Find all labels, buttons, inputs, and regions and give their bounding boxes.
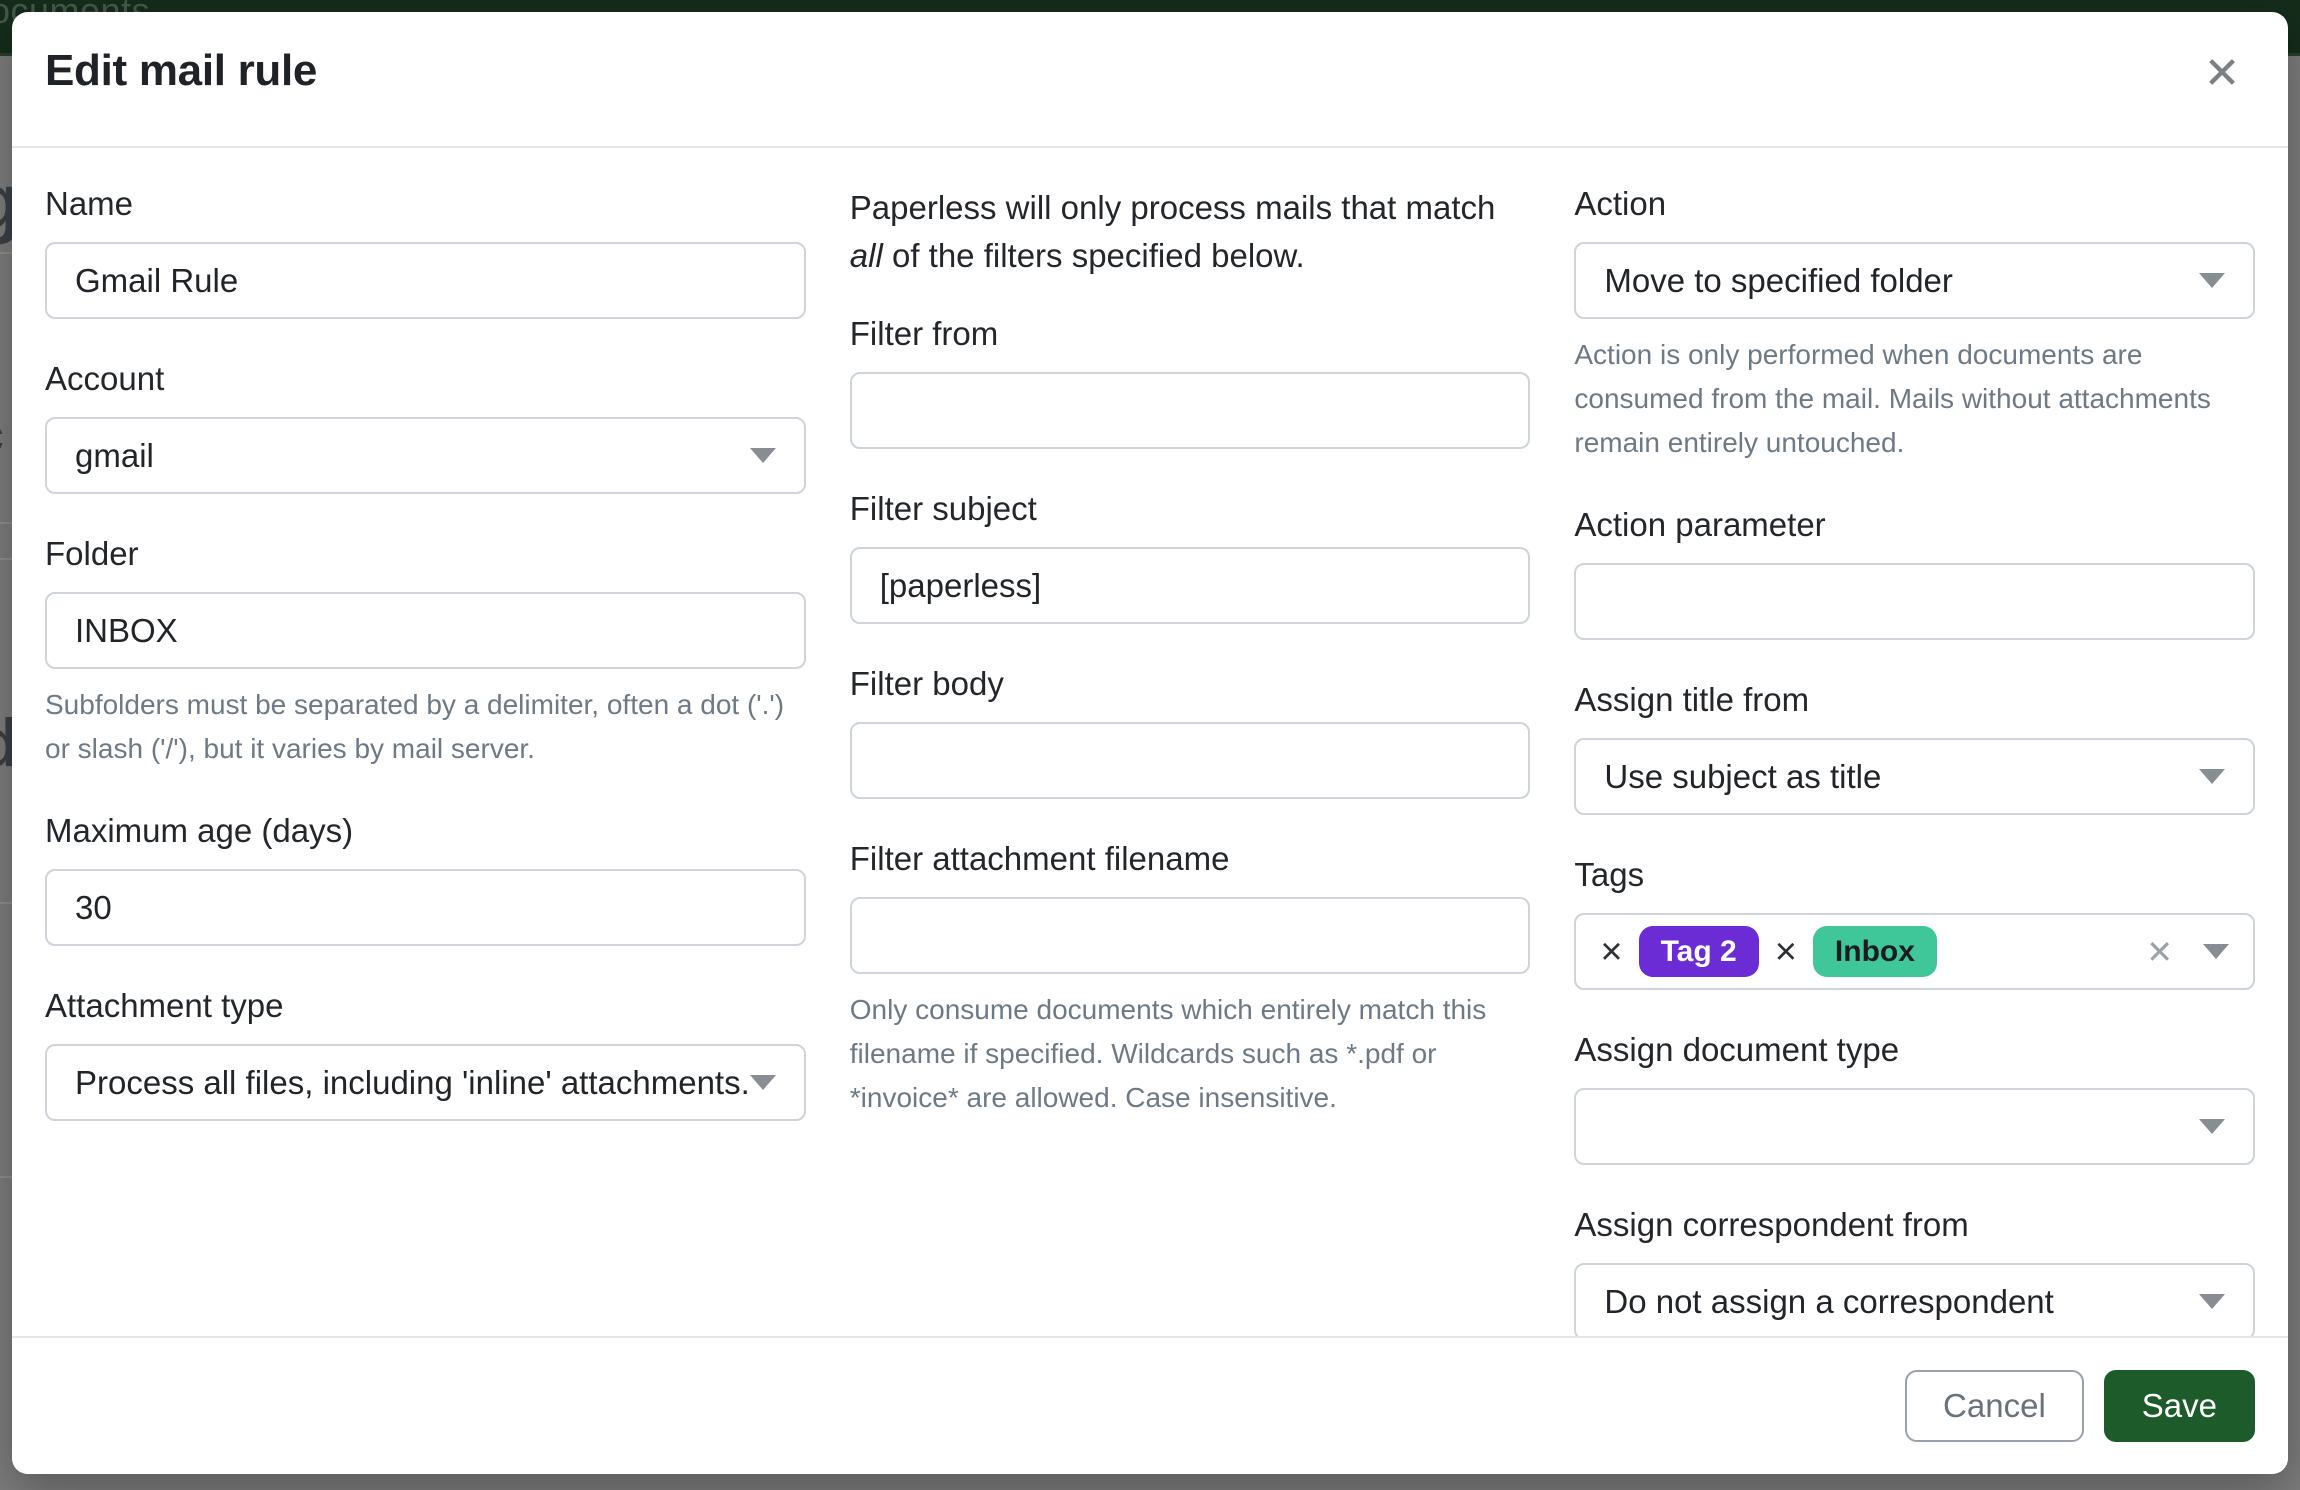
chevron-down-icon — [2199, 273, 2225, 288]
dialog-body: Name Account gmail Folder Subfolders mus… — [12, 148, 2288, 1380]
field-assign-title-from: Assign title from Use subject as title — [1574, 680, 2255, 815]
tags-label: Tags — [1574, 855, 2255, 895]
field-filter-attachment-filename: Filter attachment filename Only consume … — [850, 839, 1531, 1120]
filter-attachment-filename-label: Filter attachment filename — [850, 839, 1531, 879]
field-folder: Folder Subfolders must be separated by a… — [45, 534, 806, 771]
dialog-footer: Cancel Save — [12, 1336, 2288, 1474]
dialog-header: Edit mail rule ✕ — [12, 12, 2288, 148]
field-tags: Tags × Tag 2 × Inbox ✕ — [1574, 855, 2255, 990]
filter-attachment-filename-hint: Only consume documents which entirely ma… — [850, 988, 1531, 1120]
attachment-type-select-value: Process all files, including 'inline' at… — [75, 1064, 750, 1102]
assign-title-from-label: Assign title from — [1574, 680, 2255, 720]
filter-body-label: Filter body — [850, 664, 1531, 704]
attachment-type-label: Attachment type — [45, 986, 806, 1026]
field-assign-document-type: Assign document type — [1574, 1030, 2255, 1165]
chevron-down-icon — [2203, 944, 2229, 959]
action-label: Action — [1574, 184, 2255, 224]
background-text-fragment: c — [0, 406, 4, 464]
assign-title-from-select[interactable]: Use subject as title — [1574, 738, 2255, 815]
column-filters: Paperless will only process mails that m… — [850, 184, 1531, 1380]
filter-subject-label: Filter subject — [850, 489, 1531, 529]
field-filter-from: Filter from — [850, 314, 1531, 449]
field-filter-subject: Filter subject — [850, 489, 1531, 624]
field-attachment-type: Attachment type Process all files, inclu… — [45, 986, 806, 1121]
tag-chip: Inbox — [1813, 926, 1937, 978]
name-input[interactable] — [45, 242, 806, 319]
max-age-input[interactable] — [45, 869, 806, 946]
filter-from-label: Filter from — [850, 314, 1531, 354]
background-text-fragment: d — [0, 704, 12, 782]
assign-correspondent-from-label: Assign correspondent from — [1574, 1205, 2255, 1245]
background-row-divider — [0, 252, 12, 254]
tag-chip: Tag 2 — [1639, 926, 1759, 978]
chevron-down-icon — [750, 448, 776, 463]
column-actions: Action Move to specified folder Action i… — [1574, 184, 2255, 1380]
filters-intro-text: Paperless will only process mails that m… — [850, 184, 1531, 280]
account-label: Account — [45, 359, 806, 399]
background-row-divider — [0, 558, 12, 560]
account-select[interactable]: gmail — [45, 417, 806, 494]
assign-correspondent-from-select[interactable]: Do not assign a correspondent — [1574, 1263, 2255, 1340]
chevron-down-icon — [750, 1075, 776, 1090]
assign-title-from-select-value: Use subject as title — [1604, 758, 2199, 796]
chevron-down-icon — [2199, 1119, 2225, 1134]
filter-subject-input[interactable] — [850, 547, 1531, 624]
clear-tags-icon[interactable]: ✕ — [2146, 936, 2173, 968]
action-hint: Action is only performed when documents … — [1574, 333, 2255, 465]
account-select-value: gmail — [75, 437, 750, 475]
filter-body-input[interactable] — [850, 722, 1531, 799]
tags-select[interactable]: × Tag 2 × Inbox ✕ — [1574, 913, 2255, 990]
action-parameter-label: Action parameter — [1574, 505, 2255, 545]
field-assign-correspondent-from: Assign correspondent from Do not assign … — [1574, 1205, 2255, 1340]
assign-document-type-label: Assign document type — [1574, 1030, 2255, 1070]
field-action-parameter: Action parameter — [1574, 505, 2255, 640]
assign-correspondent-from-select-value: Do not assign a correspondent — [1604, 1283, 2199, 1321]
background-page-fragments: gcdue — [0, 56, 12, 1490]
column-rule-settings: Name Account gmail Folder Subfolders mus… — [45, 184, 806, 1380]
filter-from-input[interactable] — [850, 372, 1531, 449]
name-label: Name — [45, 184, 806, 224]
field-account: Account gmail — [45, 359, 806, 494]
dialog-title: Edit mail rule — [45, 46, 2255, 96]
filter-attachment-filename-input[interactable] — [850, 897, 1531, 974]
background-text-fragment: u — [0, 886, 3, 936]
field-max-age: Maximum age (days) — [45, 811, 806, 946]
remove-tag-icon[interactable]: × — [1775, 933, 1797, 971]
folder-label: Folder — [45, 534, 806, 574]
action-select[interactable]: Move to specified folder — [1574, 242, 2255, 319]
field-name: Name — [45, 184, 806, 319]
chevron-down-icon — [2199, 769, 2225, 784]
field-action: Action Move to specified folder Action i… — [1574, 184, 2255, 465]
save-button[interactable]: Save — [2104, 1370, 2255, 1442]
folder-hint: Subfolders must be separated by a delimi… — [45, 683, 806, 771]
action-parameter-input[interactable] — [1574, 563, 2255, 640]
background-text-fragment: g — [0, 156, 12, 247]
folder-input[interactable] — [45, 592, 806, 669]
background-row-divider — [0, 522, 12, 524]
action-select-value: Move to specified folder — [1604, 262, 2199, 300]
field-filter-body: Filter body — [850, 664, 1531, 799]
background-row-divider — [0, 1176, 12, 1178]
cancel-button[interactable]: Cancel — [1905, 1370, 2084, 1442]
chevron-down-icon — [2199, 1294, 2225, 1309]
max-age-label: Maximum age (days) — [45, 811, 806, 851]
remove-tag-icon[interactable]: × — [1600, 933, 1622, 971]
close-icon[interactable]: ✕ — [2192, 44, 2252, 104]
attachment-type-select[interactable]: Process all files, including 'inline' at… — [45, 1044, 806, 1121]
edit-mail-rule-dialog: Edit mail rule ✕ Name Account gmail Fold… — [12, 12, 2288, 1474]
assign-document-type-select[interactable] — [1574, 1088, 2255, 1165]
